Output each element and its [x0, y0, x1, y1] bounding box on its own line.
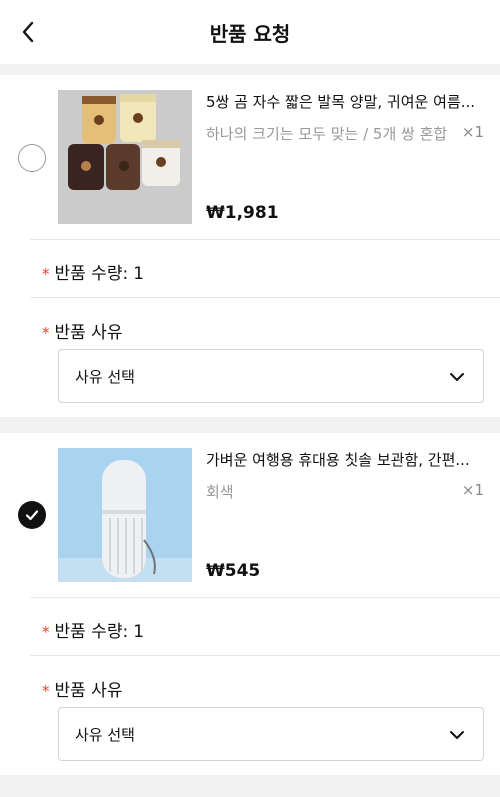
product-option: 하나의 크기는 모두 맞는 / 5개 쌍 혼합: [206, 125, 448, 143]
header: 반품 요청: [0, 0, 500, 64]
product-image: [58, 448, 192, 582]
return-reason-label: 반품 사유: [54, 681, 123, 701]
return-quantity-label: 반품 수량:: [54, 264, 129, 284]
return-reason-label: 반품 사유: [54, 323, 123, 343]
product-price: ₩1,981: [206, 203, 279, 223]
return-quantity-row: * 반품 수량: 1: [42, 617, 144, 642]
product-price: ₩545: [206, 561, 261, 581]
divider: [30, 297, 500, 298]
divider: [30, 597, 500, 598]
product-option: 회색: [206, 483, 234, 501]
check-icon: [25, 510, 39, 521]
divider: [30, 655, 500, 656]
chevron-down-icon: [450, 373, 464, 381]
product-name[interactable]: 5쌍 곰 자수 짧은 발목 양말, 귀여운 여름...: [206, 91, 490, 112]
reason-select-value: 사유 선택: [75, 368, 135, 386]
return-quantity-label: 반품 수량:: [54, 622, 129, 642]
required-mark: *: [42, 324, 50, 342]
reason-select[interactable]: 사유 선택: [58, 707, 484, 761]
required-mark: *: [42, 623, 50, 641]
product-quantity: ×1: [461, 123, 484, 141]
return-reason-row: * 반품 사유: [42, 676, 122, 701]
toothbrush-case-image: [58, 448, 192, 582]
required-mark: *: [42, 265, 50, 283]
product-image: [58, 90, 192, 224]
return-quantity-value: 1: [133, 264, 145, 284]
item-select-radio[interactable]: [18, 144, 46, 172]
reason-select[interactable]: 사유 선택: [58, 349, 484, 403]
page-title: 반품 요청: [209, 22, 291, 46]
return-quantity-value: 1: [133, 622, 145, 642]
return-item-card: 5쌍 곰 자수 짧은 발목 양말, 귀여운 여름... 하나의 크기는 모두 맞…: [0, 75, 500, 417]
product-name[interactable]: 가벼운 여행용 휴대용 칫솔 보관함, 간편...: [206, 449, 490, 470]
return-reason-row: * 반품 사유: [42, 318, 122, 343]
divider: [30, 239, 500, 240]
required-mark: *: [42, 682, 50, 700]
item-select-radio-checked[interactable]: [18, 501, 46, 529]
chevron-down-icon: [450, 731, 464, 739]
product-quantity: ×1: [461, 481, 484, 499]
reason-select-value: 사유 선택: [75, 726, 135, 744]
socks-image: [58, 90, 192, 224]
return-quantity-row: * 반품 수량: 1: [42, 259, 144, 284]
return-item-card: 가벼운 여행용 휴대용 칫솔 보관함, 간편... 회색 ×1 ₩545 * 반…: [0, 433, 500, 775]
